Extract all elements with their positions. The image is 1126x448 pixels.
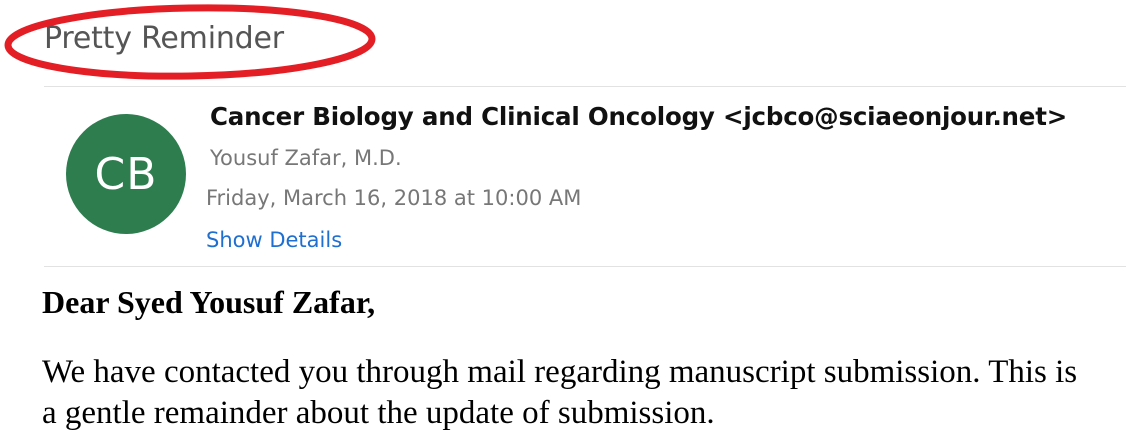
recipient-name: Yousuf Zafar, M.D. — [210, 146, 402, 170]
message-greeting: Dear Syed Yousuf Zafar, — [42, 284, 376, 320]
message-paragraph-line: We have contacted you through mail regar… — [42, 354, 1078, 390]
highlight-ellipse-stroke — [4, 4, 376, 80]
email-date: Friday, March 16, 2018 at 10:00 AM — [206, 186, 582, 210]
message-paragraph-line: a gentle remainder about the update of s… — [42, 395, 715, 431]
red-highlight-ellipse — [4, 4, 376, 80]
avatar-initials: CB — [94, 148, 158, 200]
sender-avatar: CB — [66, 114, 186, 234]
show-details-link[interactable]: Show Details — [206, 228, 342, 252]
header-divider — [44, 86, 1126, 87]
sender-name[interactable]: Cancer Biology and Clinical Oncology <jc… — [210, 102, 1067, 131]
body-divider — [44, 266, 1126, 267]
